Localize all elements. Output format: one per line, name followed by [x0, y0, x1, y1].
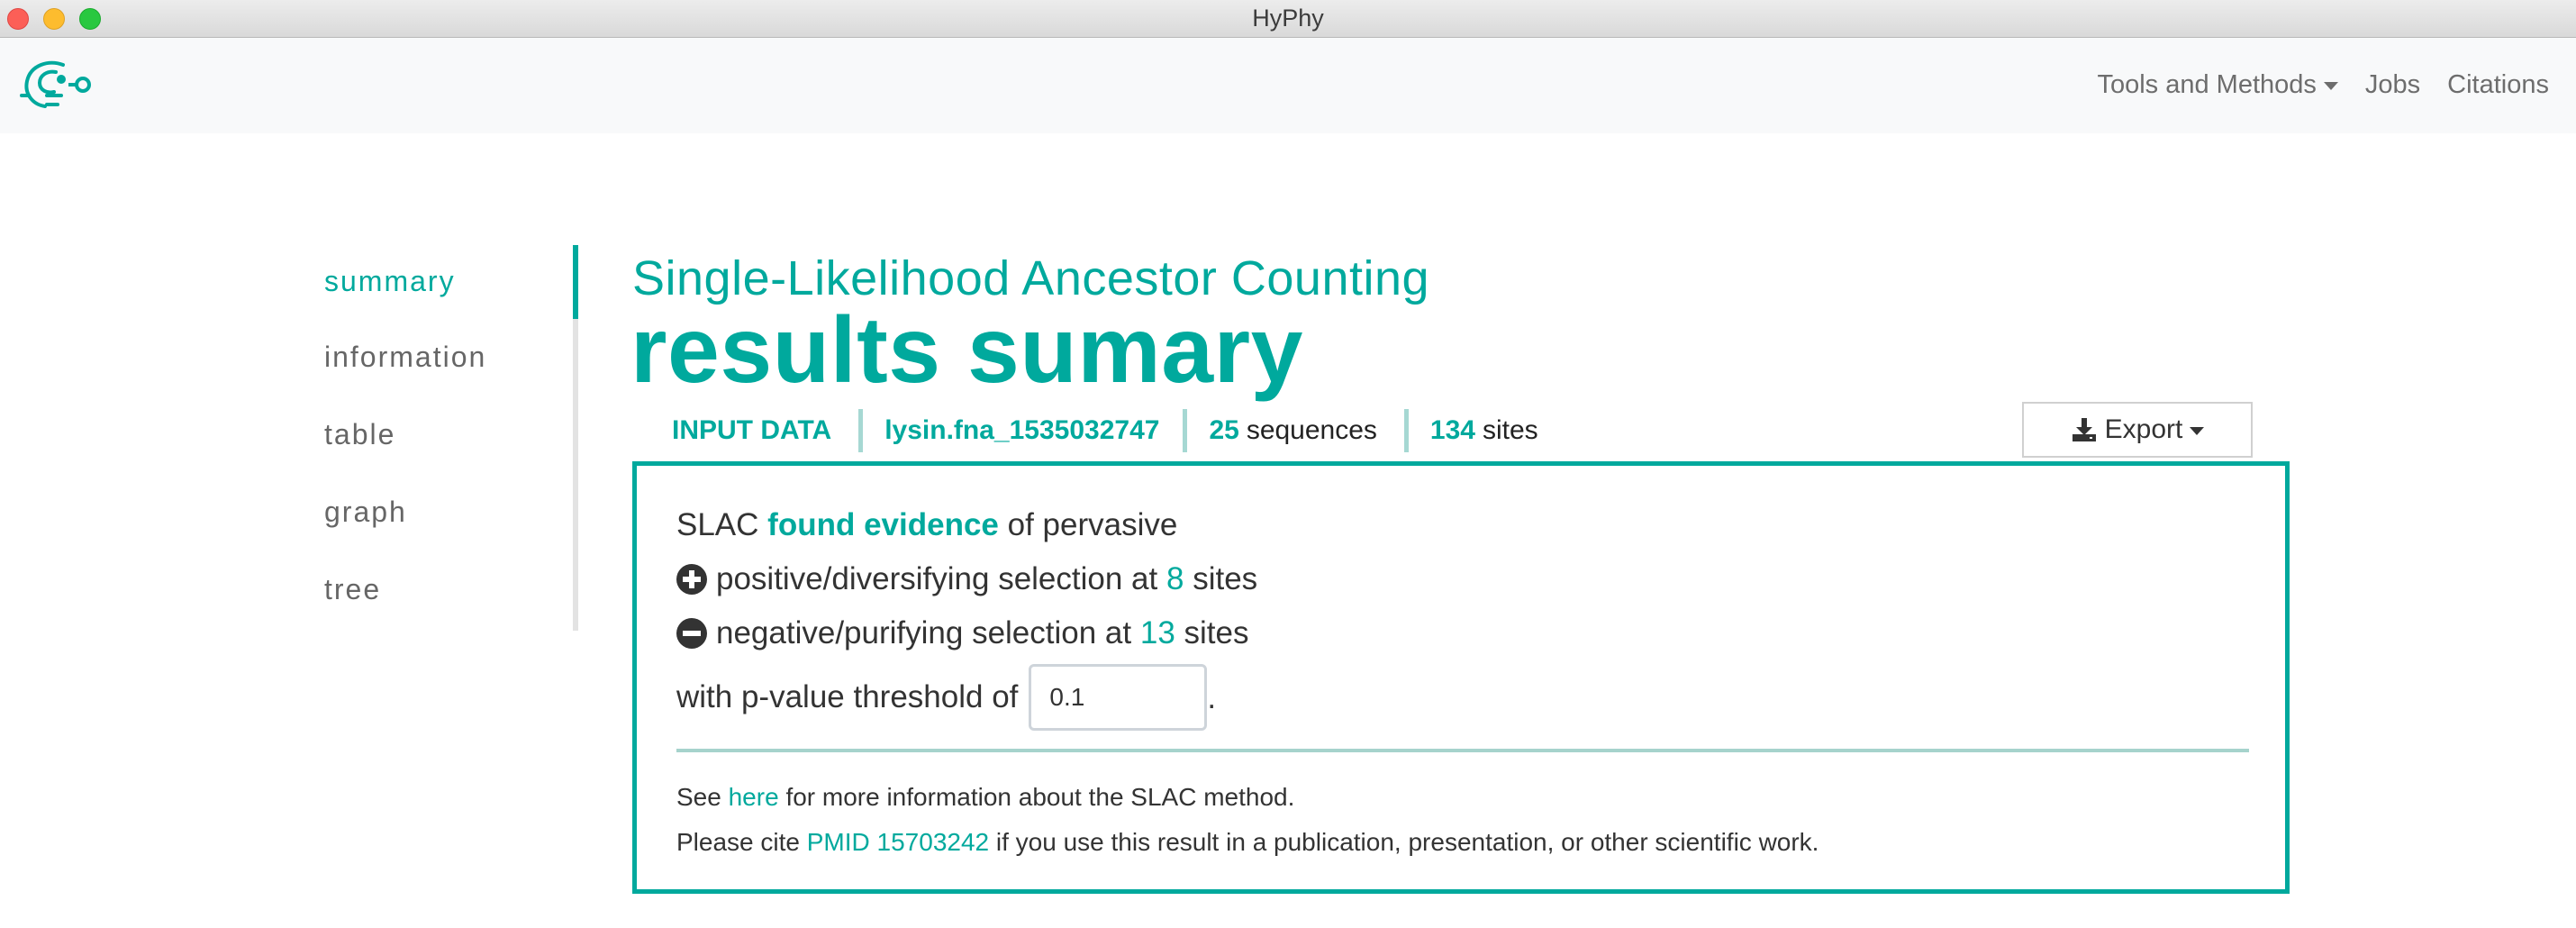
- citation-line: Please cite PMID 15703242 if you use thi…: [676, 828, 1819, 857]
- nav-citations[interactable]: Citations: [2447, 70, 2549, 100]
- top-navbar: Tools and Methods Jobs Citations: [0, 38, 2576, 133]
- sites-label: sites: [1482, 415, 1538, 445]
- positive-unit: sites: [1193, 561, 1258, 596]
- input-data-row: INPUT DATA lysin.fna_1535032747 25 seque…: [630, 409, 1562, 452]
- nav-tools-label: Tools and Methods: [2097, 70, 2317, 99]
- sites-count: 134: [1429, 415, 1475, 445]
- download-icon: [2072, 418, 2096, 441]
- sidebar-active-indicator: [573, 245, 578, 319]
- hyphy-logo-icon[interactable]: [16, 56, 94, 115]
- export-label: Export: [2104, 414, 2183, 444]
- sidebar-item-tree[interactable]: tree: [324, 573, 381, 606]
- section-sidebar: summary information table graph tree: [324, 245, 578, 631]
- see-prefix: See: [676, 783, 721, 811]
- positive-text: positive/diversifying selection at: [716, 561, 1158, 596]
- export-button[interactable]: Export: [2022, 402, 2253, 458]
- pvalue-line: with p-value threshold of .: [676, 664, 1216, 731]
- window-titlebar: HyPhy: [0, 0, 2576, 38]
- negative-text: negative/purifying selection at: [716, 615, 1132, 651]
- lead-prefix: SLAC: [676, 507, 759, 542]
- sidebar-item-table[interactable]: table: [324, 418, 395, 451]
- minus-circle-icon: [676, 618, 707, 649]
- input-filename: lysin.fna_1535032747: [884, 415, 1160, 445]
- pmid-link[interactable]: PMID 15703242: [807, 828, 989, 856]
- input-sequences-seg: 25 sequences: [1187, 409, 1403, 452]
- negative-selection-line: negative/purifying selection at 13 sites: [676, 615, 1249, 651]
- nav-links: Tools and Methods Jobs Citations: [2070, 70, 2549, 100]
- nav-tools-and-methods[interactable]: Tools and Methods: [2097, 70, 2338, 100]
- pvalue-prefix: with p-value threshold of: [676, 679, 1019, 714]
- page-title: results sumary: [630, 298, 1303, 403]
- sidebar-item-graph[interactable]: graph: [324, 496, 407, 529]
- input-data-label: INPUT DATA: [672, 415, 832, 445]
- input-filename-seg: lysin.fna_1535032747: [863, 409, 1183, 452]
- nav-jobs[interactable]: Jobs: [2365, 70, 2420, 100]
- summary-lead: SLAC found evidence of pervasive: [676, 507, 1177, 543]
- negative-count: 13: [1139, 615, 1175, 651]
- lead-highlight: found evidence: [767, 507, 999, 542]
- cite-prefix: Please cite: [676, 828, 800, 856]
- positive-selection-line: positive/diversifying selection at 8 sit…: [676, 561, 1257, 597]
- caret-down-icon: [2190, 426, 2205, 435]
- input-data-label-seg: INPUT DATA: [630, 409, 858, 452]
- sidebar-item-summary[interactable]: summary: [324, 265, 456, 298]
- cite-suffix: if you use this result in a publication,…: [995, 828, 1819, 856]
- method-info-link[interactable]: here: [729, 783, 779, 811]
- lead-suffix: of pervasive: [1007, 507, 1178, 542]
- pvalue-suffix: .: [1207, 680, 1217, 715]
- summary-panel: SLAC found evidence of pervasive positiv…: [632, 461, 2290, 894]
- sidebar-item-information[interactable]: information: [324, 341, 486, 374]
- positive-count: 8: [1166, 561, 1184, 596]
- sequences-label: sequences: [1246, 415, 1377, 445]
- plus-circle-icon: [676, 564, 707, 595]
- caret-down-icon: [2323, 82, 2338, 90]
- summary-divider: [676, 749, 2249, 752]
- method-info-line: See here for more information about the …: [676, 783, 1294, 812]
- input-sites-seg: 134 sites: [1409, 409, 1562, 452]
- pvalue-threshold-input[interactable]: [1029, 664, 1208, 731]
- negative-unit: sites: [1184, 615, 1249, 651]
- sequences-count: 25: [1209, 415, 1239, 445]
- window-title: HyPhy: [1252, 5, 1324, 32]
- see-suffix: for more information about the SLAC meth…: [785, 783, 1295, 811]
